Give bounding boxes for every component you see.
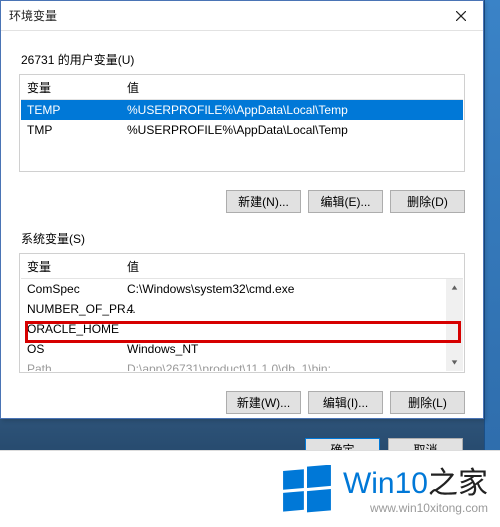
watermark-banner: Win10之家 www.win10xitong.com bbox=[0, 450, 500, 527]
sys-vars-label: 系统变量(S) bbox=[21, 230, 465, 247]
brand-black: 之家 bbox=[428, 467, 488, 500]
env-vars-dialog: 环境变量 26731 的用户变量(U) 变量 值 TEMP %USERPROFI… bbox=[0, 0, 484, 419]
sys-vars-header: 变量 值 bbox=[21, 255, 463, 279]
cell-value bbox=[121, 319, 463, 339]
user-var-row[interactable]: TMP %USERPROFILE%\AppData\Local\Temp bbox=[21, 120, 463, 140]
user-vars-header: 变量 值 bbox=[21, 76, 463, 100]
cell-name: ComSpec bbox=[21, 279, 121, 299]
sys-var-row[interactable]: OS Windows_NT bbox=[21, 339, 463, 359]
cell-value: C:\Windows\system32\cmd.exe bbox=[121, 279, 463, 299]
cell-value: D:\app\26731\product\11.1.0\db_1\bin; bbox=[121, 359, 463, 371]
brand-url: www.win10xitong.com bbox=[343, 502, 488, 515]
close-button[interactable] bbox=[438, 1, 483, 31]
close-icon bbox=[456, 11, 466, 21]
sys-edit-button[interactable]: 编辑(I)... bbox=[308, 391, 383, 414]
sys-vars-group: 变量 值 ComSpec C:\Windows\system32\cmd.exe… bbox=[19, 253, 465, 373]
brand-blue: Win10 bbox=[343, 467, 428, 500]
col-value[interactable]: 值 bbox=[121, 255, 463, 278]
sys-vars-buttons: 新建(W)... 编辑(I)... 删除(L) bbox=[19, 381, 465, 426]
cell-name: Path bbox=[21, 359, 121, 371]
sys-var-row[interactable]: NUMBER_OF_PR... 4 bbox=[21, 299, 463, 319]
col-value[interactable]: 值 bbox=[121, 76, 463, 99]
user-vars-group: 变量 值 TEMP %USERPROFILE%\AppData\Local\Te… bbox=[19, 74, 465, 172]
scrollbar-vertical[interactable] bbox=[446, 279, 463, 371]
sys-var-row[interactable]: Path D:\app\26731\product\11.1.0\db_1\bi… bbox=[21, 359, 463, 371]
user-vars-list[interactable]: 变量 值 TEMP %USERPROFILE%\AppData\Local\Te… bbox=[21, 76, 463, 170]
sys-var-row[interactable]: ComSpec C:\Windows\system32\cmd.exe bbox=[21, 279, 463, 299]
col-name[interactable]: 变量 bbox=[21, 76, 121, 99]
cell-value: %USERPROFILE%\AppData\Local\Temp bbox=[121, 100, 463, 120]
user-edit-button[interactable]: 编辑(E)... bbox=[308, 190, 383, 213]
scroll-down-icon[interactable] bbox=[446, 354, 463, 371]
sys-vars-list[interactable]: 变量 值 ComSpec C:\Windows\system32\cmd.exe… bbox=[21, 255, 463, 371]
window-title: 环境变量 bbox=[9, 7, 57, 24]
user-vars-buttons: 新建(N)... 编辑(E)... 删除(D) bbox=[19, 180, 465, 225]
cell-value: 4 bbox=[121, 299, 463, 319]
user-var-row[interactable]: TEMP %USERPROFILE%\AppData\Local\Temp bbox=[21, 100, 463, 120]
right-window-edge bbox=[484, 0, 500, 527]
cell-name: TMP bbox=[21, 120, 121, 140]
cell-value: %USERPROFILE%\AppData\Local\Temp bbox=[121, 120, 463, 140]
cell-name: TEMP bbox=[21, 100, 121, 120]
cell-name: OS bbox=[21, 339, 121, 359]
titlebar: 环境变量 bbox=[1, 1, 483, 31]
cell-name: ORACLE_HOME bbox=[21, 319, 121, 339]
windows-logo-icon bbox=[281, 465, 333, 517]
col-name[interactable]: 变量 bbox=[21, 255, 121, 278]
user-delete-button[interactable]: 删除(D) bbox=[390, 190, 465, 213]
user-vars-label: 26731 的用户变量(U) bbox=[21, 51, 465, 68]
scroll-up-icon[interactable] bbox=[446, 279, 463, 296]
cell-name: NUMBER_OF_PR... bbox=[21, 299, 121, 319]
user-new-button[interactable]: 新建(N)... bbox=[226, 190, 301, 213]
sys-delete-button[interactable]: 删除(L) bbox=[390, 391, 465, 414]
sys-new-button[interactable]: 新建(W)... bbox=[226, 391, 301, 414]
brand-text: Win10之家 bbox=[343, 467, 488, 500]
sys-var-row[interactable]: ORACLE_HOME bbox=[21, 319, 463, 339]
cell-value: Windows_NT bbox=[121, 339, 463, 359]
